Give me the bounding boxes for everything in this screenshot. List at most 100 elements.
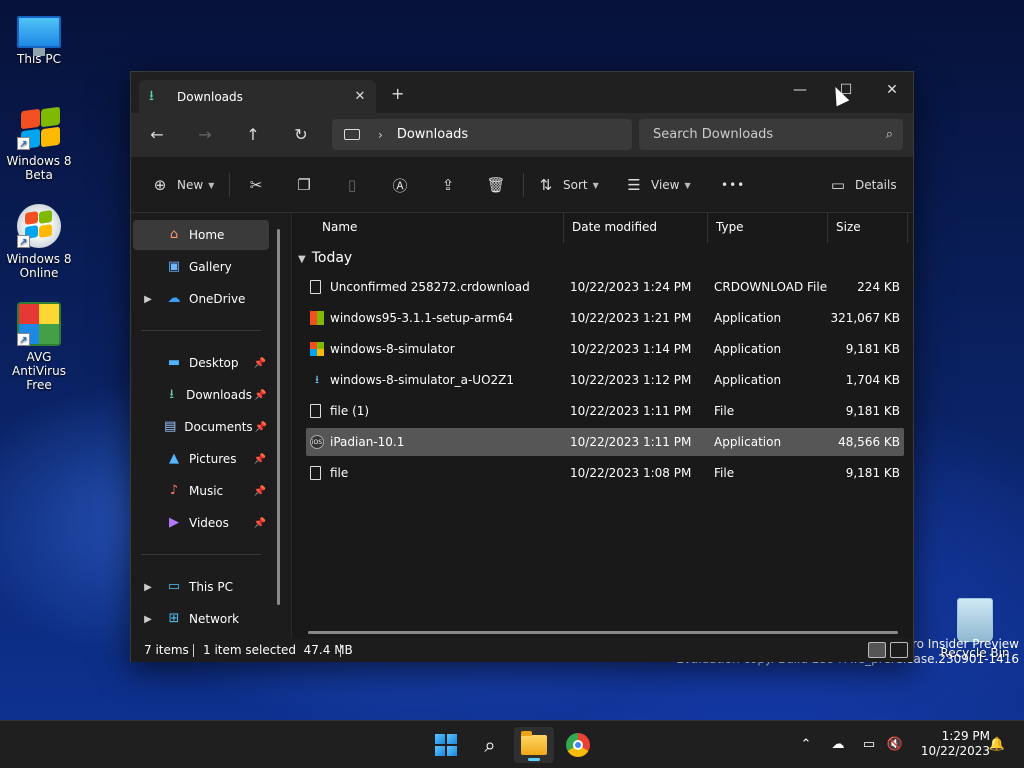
new-button[interactable]: ⊕ New ▼	[149, 171, 215, 199]
paste-button[interactable]: ▯	[341, 171, 363, 199]
file-row[interactable]: windows-8-simulator 10/22/2023 1:14 PM A…	[306, 335, 904, 363]
file-date: 10/22/2023 1:11 PM	[570, 404, 692, 418]
file-explorer-taskbar-button[interactable]	[514, 727, 554, 763]
sort-button[interactable]: ⇅ Sort ▼	[535, 171, 599, 199]
search-icon: ⌕	[484, 733, 496, 757]
desktop-icon-this-pc[interactable]: This PC	[1, 10, 77, 66]
expand-chevron-icon[interactable]: ▶	[133, 614, 163, 625]
pin-icon[interactable]: 📌	[252, 390, 269, 401]
column-header-type[interactable]: Type	[708, 213, 828, 243]
close-tab-icon[interactable]: ✕	[344, 89, 376, 104]
delete-button[interactable]: 🗑	[485, 171, 507, 199]
item-count: 7 items	[144, 643, 189, 657]
sidebar-item-label: Pictures	[189, 452, 237, 466]
tab-title: Downloads	[177, 89, 243, 104]
column-header-name[interactable]: Name	[314, 213, 564, 243]
search-box[interactable]: ⌕	[639, 119, 903, 150]
selection-info: 1 item selected 47.4 MB	[203, 643, 353, 657]
chrome-taskbar-button[interactable]	[558, 727, 598, 763]
start-button[interactable]	[426, 727, 466, 763]
share-button[interactable]: ⇪	[437, 171, 459, 199]
sidebar-item-onedrive[interactable]: ▶ ☁ OneDrive	[133, 284, 269, 314]
file-date: 10/22/2023 1:21 PM	[570, 311, 692, 325]
volume-muted-icon[interactable]: 🔇	[884, 721, 906, 768]
column-header-date[interactable]: Date modified	[564, 213, 708, 243]
sidebar-item-videos[interactable]: ▶ Videos 📌	[133, 508, 269, 538]
address-location[interactable]: Downloads	[397, 127, 468, 142]
search-icon[interactable]: ⌕	[886, 127, 893, 142]
sidebar-scrollbar[interactable]	[277, 229, 280, 605]
download-icon: ⭳	[149, 87, 154, 104]
chrome-icon	[566, 733, 590, 757]
show-hidden-icons-button[interactable]: ⌃	[796, 721, 816, 768]
back-button[interactable]: ←	[142, 121, 172, 149]
desktop-icon-windows-8-beta[interactable]: ↗ Windows 8 Beta	[1, 106, 77, 182]
new-tab-button[interactable]: +	[391, 84, 404, 103]
sidebar-item-documents[interactable]: ▤ Documents 📌	[133, 412, 269, 442]
sidebar-item-downloads[interactable]: ⭳ Downloads 📌	[133, 380, 269, 410]
details-view-icon[interactable]	[868, 642, 886, 658]
address-bar[interactable]: › Downloads	[332, 119, 632, 150]
details-button[interactable]: ▭ Details	[827, 171, 897, 199]
close-window-button[interactable]: ✕	[869, 76, 915, 104]
tab-downloads[interactable]: ⭳ Downloads ✕	[139, 80, 376, 113]
column-header-size[interactable]: Size	[828, 213, 908, 243]
file-type: Application	[714, 373, 782, 387]
copy-button[interactable]: ❐	[293, 171, 315, 199]
view-list-icon: ☰	[627, 176, 641, 194]
desktop-icon-windows-8-online[interactable]: ↗ Windows 8 Online	[1, 204, 77, 280]
clock[interactable]: 1:29 PM 10/22/2023	[921, 729, 990, 759]
file-row[interactable]: file (1) 10/22/2023 1:11 PM File 9,181 K…	[306, 397, 904, 425]
file-row[interactable]: Unconfirmed 258272.crdownload 10/22/2023…	[306, 273, 904, 301]
toolbar-divider	[523, 173, 524, 197]
file-name: file (1)	[330, 404, 370, 418]
more-options-button[interactable]: •••	[715, 171, 745, 199]
file-row[interactable]: ⭳ windows-8-simulator_a-UO2Z1 10/22/2023…	[306, 366, 904, 394]
rename-icon: Ⓐ	[392, 176, 408, 195]
sidebar-item-desktop[interactable]: ▬ Desktop 📌	[133, 348, 269, 378]
up-button[interactable]: ↑	[238, 121, 268, 149]
title-bar[interactable]: ⭳ Downloads ✕ + — ☐ ✕	[131, 72, 913, 113]
expand-chevron-icon[interactable]: ▶	[133, 582, 163, 593]
cut-button[interactable]: ✂	[245, 171, 267, 199]
view-button[interactable]: ☰ View ▼	[623, 171, 690, 199]
chevron-right-icon[interactable]: ›	[378, 128, 383, 142]
cloud-status-icon[interactable]: ☁	[826, 721, 850, 768]
file-list: Name Date modified Type Size ▼ Today Unco…	[291, 213, 913, 638]
pin-icon[interactable]: 📌	[251, 358, 269, 369]
sidebar-item-home[interactable]: ⌂ Home	[133, 220, 269, 250]
sidebar-item-music[interactable]: ♪ Music 📌	[133, 476, 269, 506]
file-icon	[310, 280, 321, 294]
file-icon	[310, 466, 321, 480]
status-divider	[340, 644, 341, 657]
desktop-icon-avg-antivirus[interactable]: ↗ AVG AntiVirus Free	[1, 302, 77, 392]
forward-button[interactable]: →	[190, 121, 220, 149]
sidebar-item-pictures[interactable]: ▲ Pictures 📌	[133, 444, 269, 474]
sidebar-item-this-pc[interactable]: ▶ ▭ This PC	[133, 572, 269, 602]
group-header-today[interactable]: ▼ Today	[298, 247, 352, 269]
file-row[interactable]: windows95-3.1.1-setup-arm64 10/22/2023 1…	[306, 304, 904, 332]
pin-icon[interactable]: 📌	[251, 454, 269, 465]
rename-button[interactable]: Ⓐ	[389, 171, 411, 199]
network-icon[interactable]: ▭	[858, 721, 880, 768]
notification-bell-icon[interactable]: 🔔	[986, 721, 1008, 768]
file-name: windows95-3.1.1-setup-arm64	[330, 311, 514, 325]
status-bar: 7 items 1 item selected 47.4 MB	[131, 638, 913, 662]
pin-icon[interactable]: 📌	[251, 486, 269, 497]
sidebar-item-network[interactable]: ▶ ⊞ Network	[133, 604, 269, 634]
horizontal-scrollbar[interactable]	[308, 631, 898, 634]
file-date: 10/22/2023 1:14 PM	[570, 342, 692, 356]
search-input[interactable]	[653, 127, 886, 142]
tiles-view-icon[interactable]	[890, 642, 908, 658]
sidebar-item-label: This PC	[189, 580, 233, 594]
sidebar-item-gallery[interactable]: ▣ Gallery	[133, 252, 269, 282]
expand-chevron-icon[interactable]: ▶	[133, 294, 163, 305]
minimize-button[interactable]: —	[777, 76, 823, 104]
search-button[interactable]: ⌕	[470, 727, 510, 763]
sidebar-item-label: Gallery	[189, 260, 232, 274]
file-row-selected[interactable]: iOS iPadian-10.1 10/22/2023 1:11 PM Appl…	[306, 428, 904, 456]
pin-icon[interactable]: 📌	[253, 422, 269, 433]
pin-icon[interactable]: 📌	[251, 518, 269, 529]
file-row[interactable]: file 10/22/2023 1:08 PM File 9,181 KB	[306, 459, 904, 487]
refresh-button[interactable]: ↻	[286, 121, 316, 149]
